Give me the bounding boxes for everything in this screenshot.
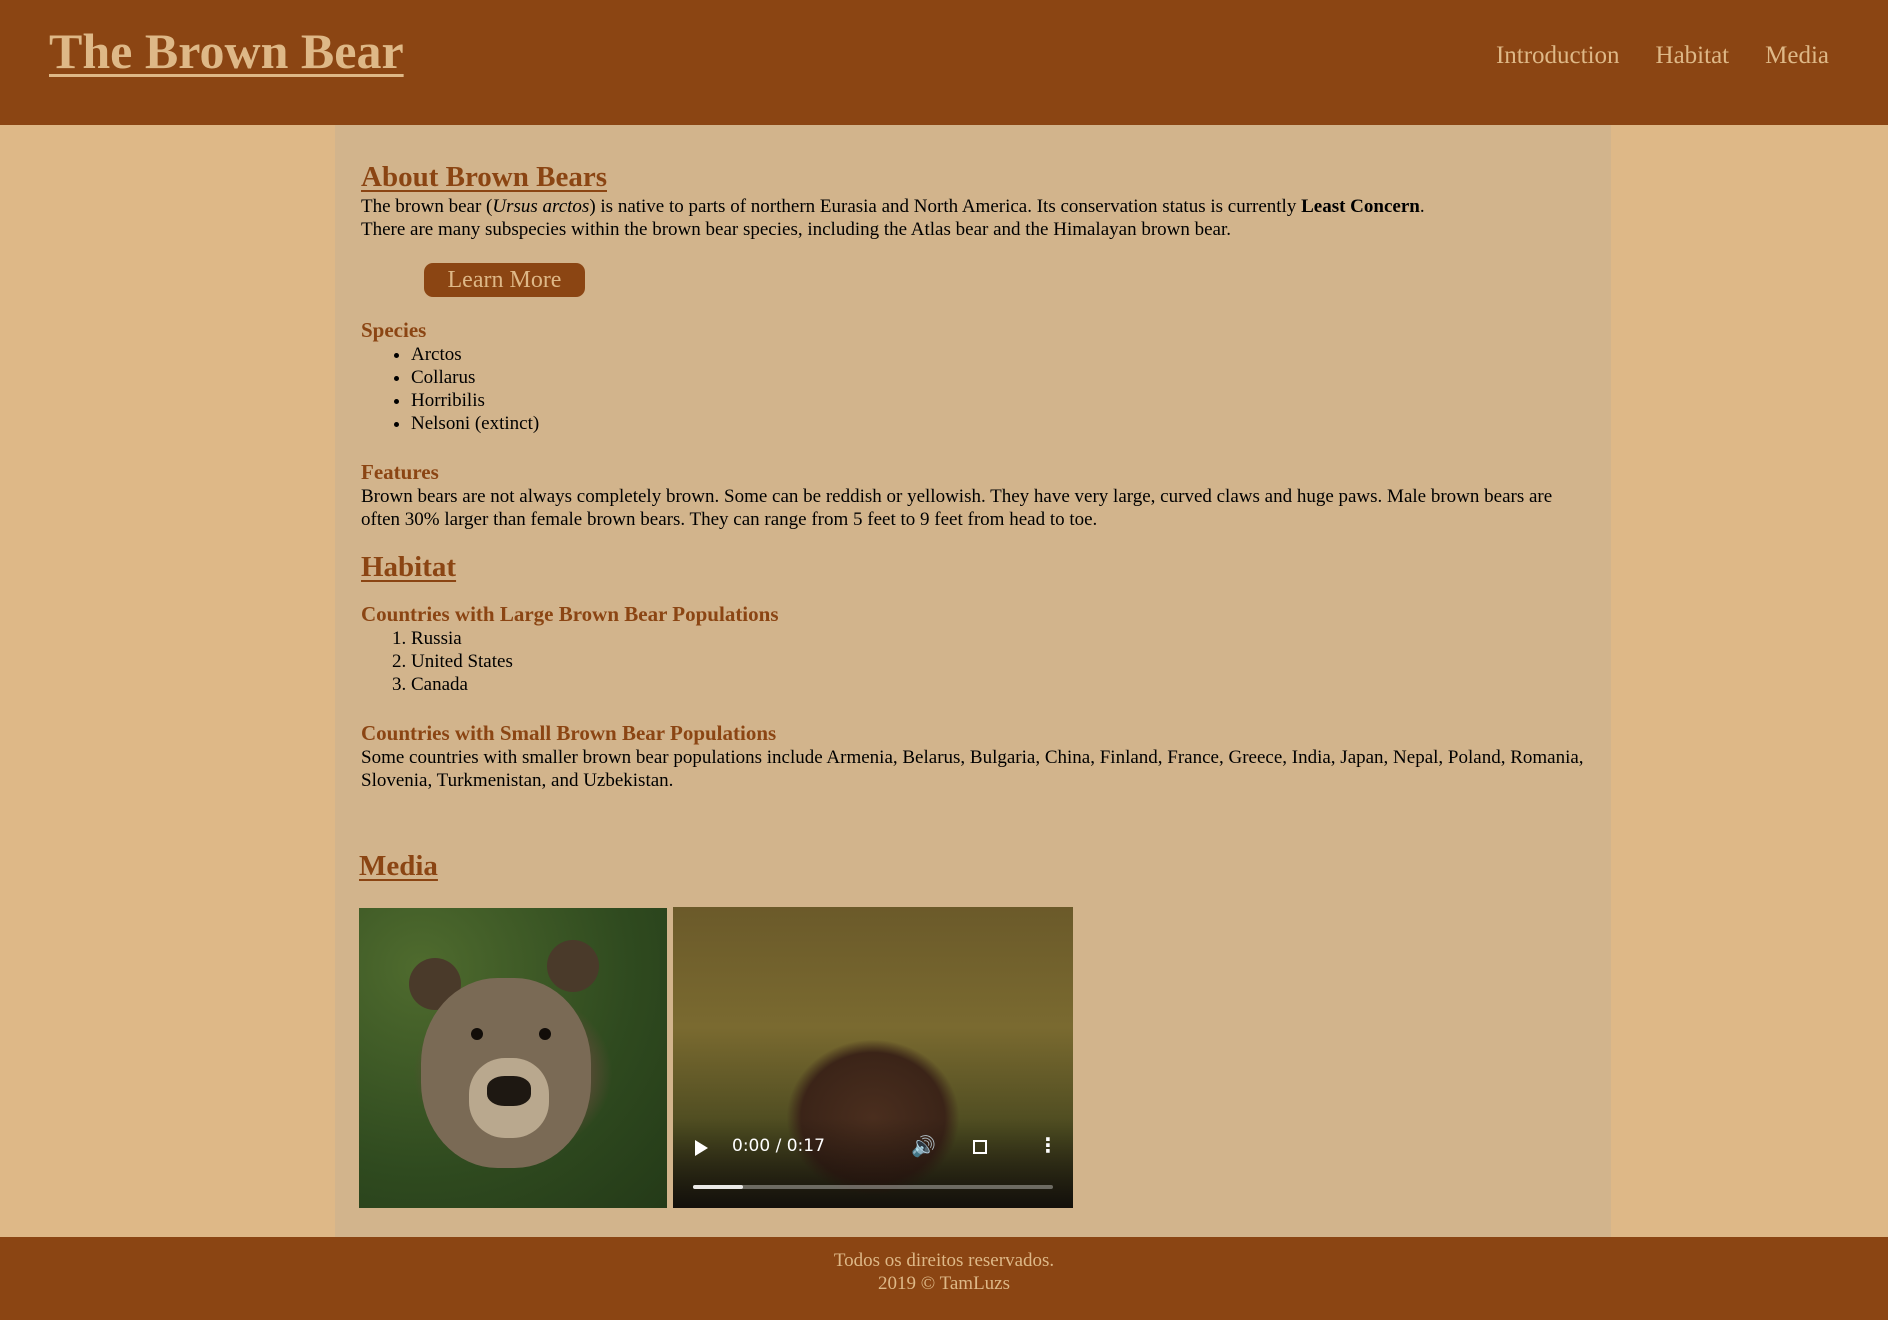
scientific-name: Ursus arctos <box>492 196 590 217</box>
species-item: Horribilis <box>411 389 1591 412</box>
more-options-icon[interactable]: ⋮ <box>1038 1133 1058 1157</box>
species-item: Nelsoni (extinct) <box>411 412 1591 435</box>
about-heading: About Brown Bears <box>361 161 607 193</box>
media-section: Media 0:00 / 0:17 🔊 ⋮ <box>335 826 1611 1237</box>
bear-eye <box>471 1028 483 1040</box>
bear-ear <box>547 940 599 992</box>
main-nav: Introduction Habitat Media <box>1496 42 1829 70</box>
large-populations-list: Russia United States Canada <box>361 627 1591 696</box>
site-footer: Todos os direitos reservados. 2019 © Tam… <box>0 1237 1888 1320</box>
country-item: United States <box>411 650 1591 673</box>
species-heading: Species <box>361 318 427 342</box>
about-text-part: The brown bear ( <box>361 196 493 217</box>
nav-link-introduction[interactable]: Introduction <box>1496 42 1620 70</box>
volume-icon[interactable]: 🔊 <box>911 1134 936 1158</box>
video-progress-bar[interactable] <box>693 1185 1053 1189</box>
footer-rights: Todos os direitos reservados. <box>833 1250 1055 1271</box>
subspecies-paragraph: There are many subspecies within the bro… <box>361 219 1232 240</box>
large-populations-heading: Countries with Large Brown Bear Populati… <box>361 602 779 626</box>
about-text-part: ) is native to parts of northern Eurasia… <box>589 196 1302 217</box>
main-content-panel: About Brown Bears The brown bear (Ursus … <box>335 125 1611 826</box>
species-item: Collarus <box>411 366 1591 389</box>
bear-nose <box>487 1076 531 1106</box>
species-list: Arctos Collarus Horribilis Nelsoni (exti… <box>361 343 1591 435</box>
video-progress-fill <box>693 1185 744 1189</box>
nav-link-habitat[interactable]: Habitat <box>1656 42 1730 70</box>
fullscreen-icon[interactable] <box>973 1140 987 1154</box>
play-icon[interactable] <box>695 1140 708 1156</box>
about-text-part: . <box>1419 196 1425 217</box>
country-item: Canada <box>411 673 1591 696</box>
country-item: Russia <box>411 627 1591 650</box>
video-controls-overlay <box>673 1118 1073 1208</box>
features-paragraph: Brown bears are not always completely br… <box>361 486 1553 530</box>
small-populations-heading: Countries with Small Brown Bear Populati… <box>361 721 777 745</box>
learn-more-button[interactable]: Learn More <box>424 263 585 297</box>
media-heading: Media <box>359 850 438 882</box>
footer-copyright: 2019 © TamLuzs <box>877 1273 1011 1294</box>
habitat-heading: Habitat <box>361 551 457 583</box>
features-heading: Features <box>361 460 439 484</box>
content-column: About Brown Bears The brown bear (Ursus … <box>361 159 1591 792</box>
site-title-link[interactable]: The Brown Bear <box>49 22 404 80</box>
site-header: The Brown Bear Introduction Habitat Medi… <box>0 0 1888 125</box>
brown-bear-photo <box>359 908 667 1208</box>
bear-video-player[interactable]: 0:00 / 0:17 🔊 ⋮ <box>673 907 1073 1208</box>
bear-eye <box>539 1028 551 1040</box>
small-populations-paragraph: Some countries with smaller brown bear p… <box>361 747 1584 791</box>
species-item: Arctos <box>411 343 1591 366</box>
nav-link-media[interactable]: Media <box>1765 42 1829 70</box>
conservation-status: Least Concern <box>1301 196 1420 217</box>
video-time: 0:00 / 0:17 <box>732 1136 825 1156</box>
about-paragraph: The brown bear (Ursus arctos) is native … <box>361 195 1591 218</box>
